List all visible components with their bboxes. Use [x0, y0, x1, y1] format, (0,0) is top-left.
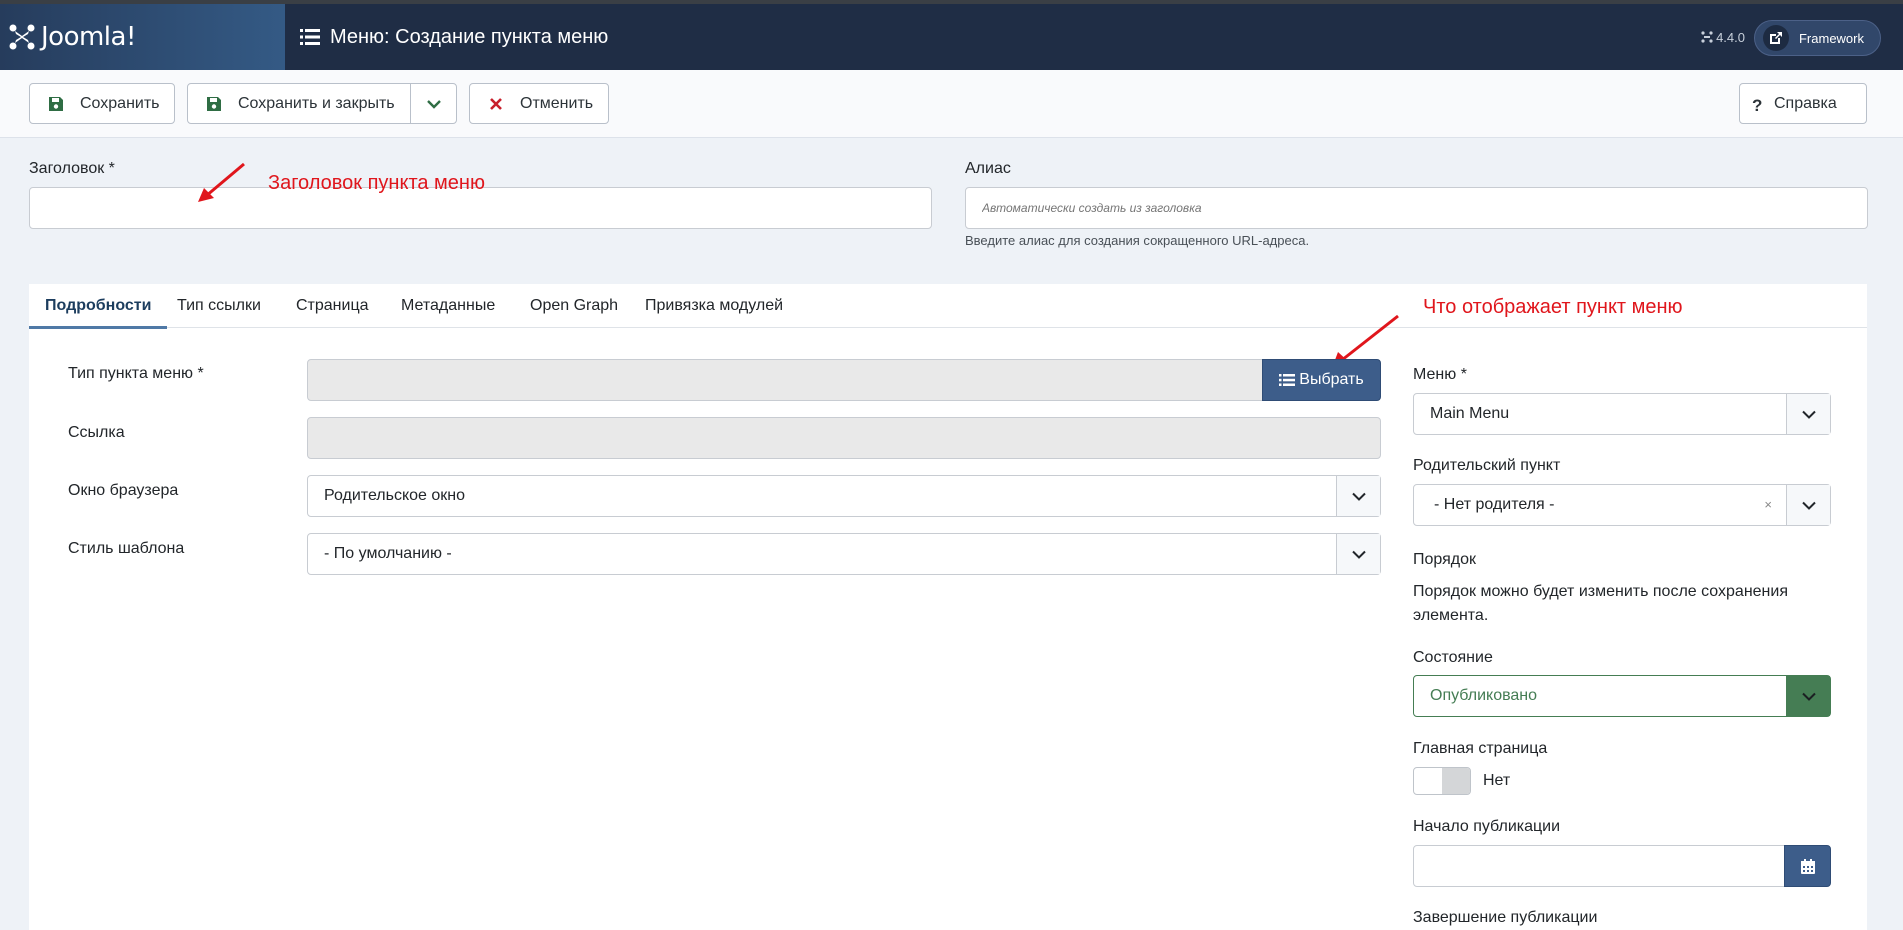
menu-select[interactable]: Main Menu: [1413, 393, 1831, 435]
state-value: Опубликовано: [1430, 687, 1538, 704]
page-title-text: Меню: Создание пункта меню: [330, 25, 609, 48]
parent-item-value: - Нет родителя -: [1434, 496, 1555, 513]
list-icon: [300, 29, 320, 45]
template-style-select[interactable]: - По умолчанию -: [307, 533, 1381, 575]
help-button[interactable]: ? Справка: [1739, 83, 1867, 124]
help-label: Справка: [1774, 94, 1837, 112]
chevron-down-icon: [1336, 534, 1380, 574]
clear-icon[interactable]: ×: [1764, 497, 1772, 512]
browser-window-value: Родительское окно: [324, 487, 466, 504]
calendar-icon: [1800, 858, 1815, 874]
home-page-toggle[interactable]: [1413, 767, 1471, 795]
browser-window-select[interactable]: Родительское окно: [307, 475, 1381, 517]
save-icon: [207, 96, 221, 111]
annotation-arrow: [198, 162, 245, 202]
ordering-label: Порядок: [1413, 551, 1477, 568]
save-label: Сохранить: [80, 94, 160, 112]
publish-up-label: Начало публикации: [1413, 818, 1561, 835]
ordering-text: Порядок можно будет изменить после сохра…: [1413, 583, 1788, 624]
joomla-small-icon: [1701, 31, 1713, 43]
list-icon: [1279, 374, 1296, 386]
site-link-button[interactable]: Framework: [1753, 20, 1881, 56]
tab-link-type[interactable]: Тип ссылки: [177, 284, 261, 328]
external-link-icon: [1762, 25, 1789, 51]
home-page-value: Нет: [1483, 772, 1511, 789]
state-label: Состояние: [1413, 649, 1493, 666]
toolbar: Сохранить Сохранить и закрыть Отменить ?…: [0, 70, 1903, 138]
chevron-down-icon: [1786, 485, 1830, 525]
chevron-down-icon: [1336, 476, 1380, 516]
menu-item-type-field: [307, 359, 1263, 401]
state-select[interactable]: Опубликовано: [1413, 675, 1831, 717]
annotation-title-note: Заголовок пункта меню: [268, 172, 485, 194]
page-title: Меню: Создание пункта меню: [300, 4, 608, 70]
choose-type-button[interactable]: Выбрать: [1262, 359, 1381, 401]
save-options-dropdown[interactable]: [410, 84, 456, 123]
cancel-button[interactable]: Отменить: [469, 83, 609, 124]
alias-input[interactable]: [965, 187, 1868, 229]
parent-item-select[interactable]: - Нет родителя - ×: [1413, 484, 1831, 526]
tab-metadata[interactable]: Метаданные: [401, 284, 495, 328]
tab-module-assignment[interactable]: Привязка модулей: [645, 284, 783, 328]
logo-text: Joomla!: [41, 22, 136, 52]
toggle-knob: [1442, 768, 1470, 794]
version-info: 4.4.0: [1701, 4, 1745, 70]
menu-item-type-label: Тип пункта меню *: [68, 365, 204, 382]
link-label: Ссылка: [68, 424, 125, 441]
title-label: Заголовок *: [29, 160, 115, 177]
publish-down-label: Завершение публикации: [1413, 909, 1598, 926]
link-field: [307, 417, 1381, 459]
menu-label: Меню *: [1413, 366, 1467, 383]
chevron-down-icon: [1786, 394, 1830, 434]
save-close-label: Сохранить и закрыть: [238, 94, 395, 112]
version-text: 4.4.0: [1716, 29, 1745, 45]
close-icon: [490, 97, 502, 110]
tab-page[interactable]: Страница: [296, 284, 369, 328]
home-page-label: Главная страница: [1413, 740, 1548, 757]
choose-type-label: Выбрать: [1299, 371, 1364, 388]
site-link-label: Framework: [1798, 30, 1864, 46]
chevron-down-icon: [1786, 676, 1830, 716]
cancel-label: Отменить: [520, 94, 594, 112]
app-header: Joomla! Меню: Создание пункта меню 4.4.0…: [0, 4, 1903, 70]
annotation-type-note: Что отображает пункт меню: [1423, 296, 1683, 318]
template-style-value: - По умолчанию -: [324, 545, 452, 562]
question-icon: ?: [1752, 95, 1763, 115]
alias-hint: Введите алиас для создания сокращенного …: [965, 233, 1310, 248]
chevron-down-icon: [426, 99, 441, 109]
tab-details[interactable]: Подробности: [29, 284, 168, 329]
calendar-button[interactable]: [1784, 845, 1831, 887]
template-style-label: Стиль шаблона: [68, 540, 185, 557]
save-icon: [49, 96, 63, 111]
alias-label: Алиас: [965, 160, 1011, 177]
publish-up-input[interactable]: [1413, 845, 1785, 887]
parent-item-label: Родительский пункт: [1413, 457, 1561, 474]
browser-window-label: Окно браузера: [68, 482, 179, 499]
menu-value: Main Menu: [1430, 405, 1510, 422]
save-close-button[interactable]: Сохранить и закрыть: [187, 83, 457, 124]
save-button[interactable]: Сохранить: [29, 83, 175, 124]
joomla-logo-icon: [9, 24, 35, 50]
tab-open-graph[interactable]: Open Graph: [530, 284, 618, 328]
logo[interactable]: Joomla!: [0, 4, 285, 70]
